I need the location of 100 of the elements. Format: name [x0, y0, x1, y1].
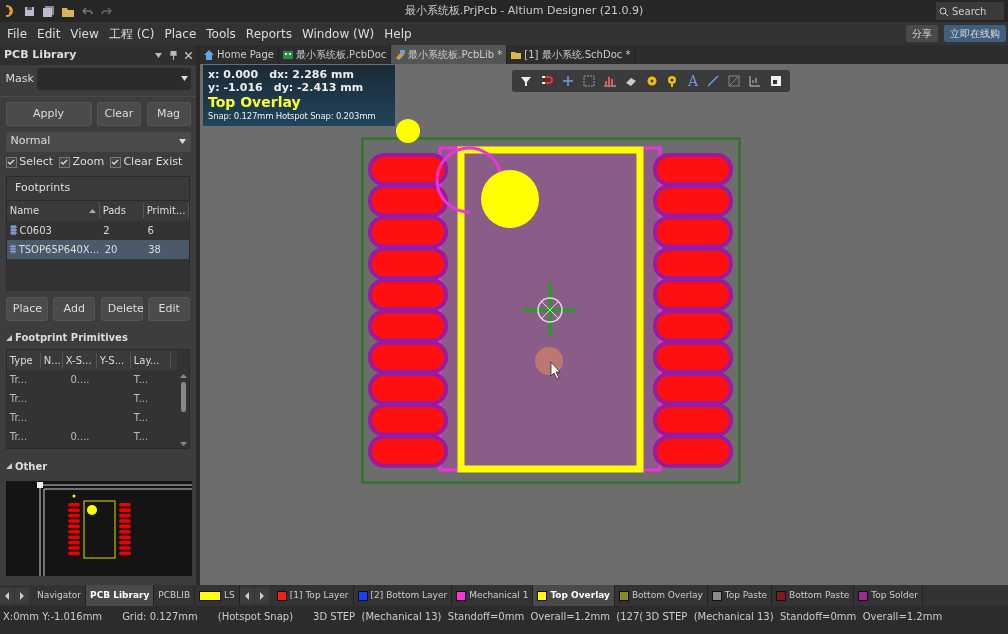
dropdown-icon — [180, 76, 188, 82]
checkbox-label: Clear Exist — [123, 154, 183, 171]
previous-icon[interactable] — [0, 587, 14, 604]
checkbox-label: Select — [19, 154, 54, 171]
pin-icon[interactable] — [170, 50, 177, 60]
filter-icon[interactable] — [520, 75, 532, 87]
window-title: 最小系统板.PrjPcb - Altium Designer (21.0.9) — [403, 2, 645, 19]
footprint-action-button[interactable]: Delete — [100, 296, 143, 321]
table-cell-text: 20 — [104, 242, 118, 257]
checkbox[interactable] — [5, 157, 17, 168]
sort-ascending-icon — [89, 208, 97, 213]
menu-item[interactable]: Tools — [201, 24, 241, 43]
document-tab[interactable]: 最小系统板.PcbLib * — [391, 45, 508, 64]
checkbox[interactable] — [109, 157, 121, 168]
dropdown-icon — [178, 139, 186, 144]
list-row[interactable]: C0603 2 6 — [7, 220, 189, 240]
column-header[interactable]: Lay... — [133, 354, 160, 366]
next-icon[interactable] — [254, 587, 269, 604]
status-text: (Hotspot Snap) — [217, 610, 294, 624]
section-title: Other — [15, 459, 48, 474]
collapse-icon[interactable] — [6, 334, 12, 341]
chip-icon — [9, 225, 17, 236]
column-header[interactable]: Pads — [102, 203, 141, 219]
list-row[interactable]: TSOP65P640X... 20 38 — [7, 239, 189, 259]
buy-button[interactable]: 立即在线购 — [944, 25, 1006, 42]
menu-item[interactable]: Place — [159, 24, 202, 43]
scrollbar-thumb[interactable] — [180, 382, 186, 413]
bar-chart-icon[interactable] — [604, 75, 616, 87]
table-cell: T... — [133, 431, 149, 443]
magnify-button[interactable]: Mag — [146, 102, 191, 126]
eraser-icon[interactable] — [625, 75, 637, 87]
origin-crosshair-icon — [522, 282, 578, 338]
folder-icon[interactable] — [62, 5, 74, 17]
column-header[interactable]: N... — [43, 354, 61, 366]
dropdown-icon[interactable] — [155, 52, 162, 58]
next-icon[interactable] — [15, 587, 29, 604]
section-title: Footprint Primitives — [15, 331, 128, 346]
footprint-action-button[interactable]: Place — [5, 296, 48, 321]
table-cell: Tr... — [9, 374, 28, 386]
collapse-icon[interactable] — [6, 463, 12, 470]
plus-icon[interactable] — [562, 75, 574, 87]
footprint-action-button[interactable]: Edit — [148, 296, 191, 321]
panel-tab[interactable]: PCB Library — [86, 585, 155, 606]
column-header[interactable]: Y-S... — [99, 354, 125, 366]
mask-field[interactable] — [36, 67, 191, 90]
group-title: Footprints — [15, 181, 71, 195]
column-header[interactable]: Type — [9, 354, 33, 366]
app-logo-icon — [4, 4, 16, 18]
menu-item[interactable]: Window (W) — [296, 24, 380, 43]
table-cell-text: C0603 — [19, 223, 52, 238]
menu-item[interactable]: Edit — [32, 24, 66, 43]
pad-icon[interactable] — [646, 75, 658, 87]
table-cell-text: 6 — [147, 223, 154, 238]
coordinate-text: dx: 2.286 mm — [269, 68, 354, 81]
checkbox[interactable] — [58, 157, 70, 168]
footprint-action-button[interactable]: Add — [53, 296, 96, 321]
save-all-icon[interactable] — [43, 5, 54, 17]
table-cell-text: TSOP65P640X... — [18, 242, 100, 257]
table-cell-text: 38 — [148, 242, 161, 257]
magnet-icon[interactable] — [541, 75, 553, 87]
table-cell: Tr... — [9, 393, 28, 405]
dimension-icon[interactable] — [728, 75, 741, 87]
chart-icon[interactable] — [749, 75, 762, 87]
coordinate-text: x: 0.000 — [208, 68, 259, 81]
scroll-up-icon[interactable] — [179, 374, 187, 379]
menu-item[interactable]: Help — [379, 24, 417, 43]
scroll-down-icon[interactable] — [179, 442, 187, 447]
table-cell: T... — [133, 412, 149, 424]
search-box[interactable]: Search — [936, 2, 1004, 20]
save-icon[interactable] — [24, 5, 35, 17]
table-cell: Tr... — [9, 412, 28, 424]
status-text: 3D STEP (Mechanical 13) Standoff=0mm Overall=1.2mm — [645, 610, 943, 624]
undo-icon[interactable] — [82, 6, 93, 16]
mouse-pointer-icon — [550, 361, 561, 380]
coordinate-text: y: -1.016 — [208, 81, 263, 94]
clear-button[interactable]: Clear — [97, 102, 141, 126]
share-button[interactable]: 分享 — [906, 25, 938, 42]
home-icon — [204, 49, 214, 60]
board-view-icon[interactable] — [770, 75, 783, 87]
column-header[interactable]: Primit... — [146, 203, 186, 219]
layer-tab[interactable]: Top Overlay — [533, 585, 615, 606]
folder-icon — [511, 49, 522, 60]
status-text: 3D STEP (Mechanical 13) Standoff=0mm Overall=1.2mm (127( — [313, 610, 644, 624]
chip-icon — [9, 244, 16, 255]
mode-dropdown[interactable]: Normal — [5, 131, 191, 152]
status-text: Grid: 0.127mm — [122, 610, 198, 624]
redo-icon[interactable] — [101, 6, 112, 16]
menu-item[interactable]: 工程 (C) — [103, 24, 160, 43]
mask-label: Mask — [5, 70, 34, 87]
menu-item[interactable]: Reports — [240, 24, 297, 43]
column-header[interactable]: X-S... — [65, 354, 92, 366]
via-icon[interactable] — [667, 75, 679, 87]
line-icon[interactable] — [707, 75, 720, 87]
menu-item[interactable]: File — [2, 24, 33, 43]
column-header[interactable]: Name — [9, 203, 90, 219]
text-tool-button[interactable]: A — [688, 75, 699, 87]
apply-button[interactable]: Apply — [5, 102, 92, 126]
menu-item[interactable]: View — [65, 24, 104, 43]
table-cell: T... — [133, 393, 149, 405]
close-icon[interactable] — [185, 51, 192, 59]
